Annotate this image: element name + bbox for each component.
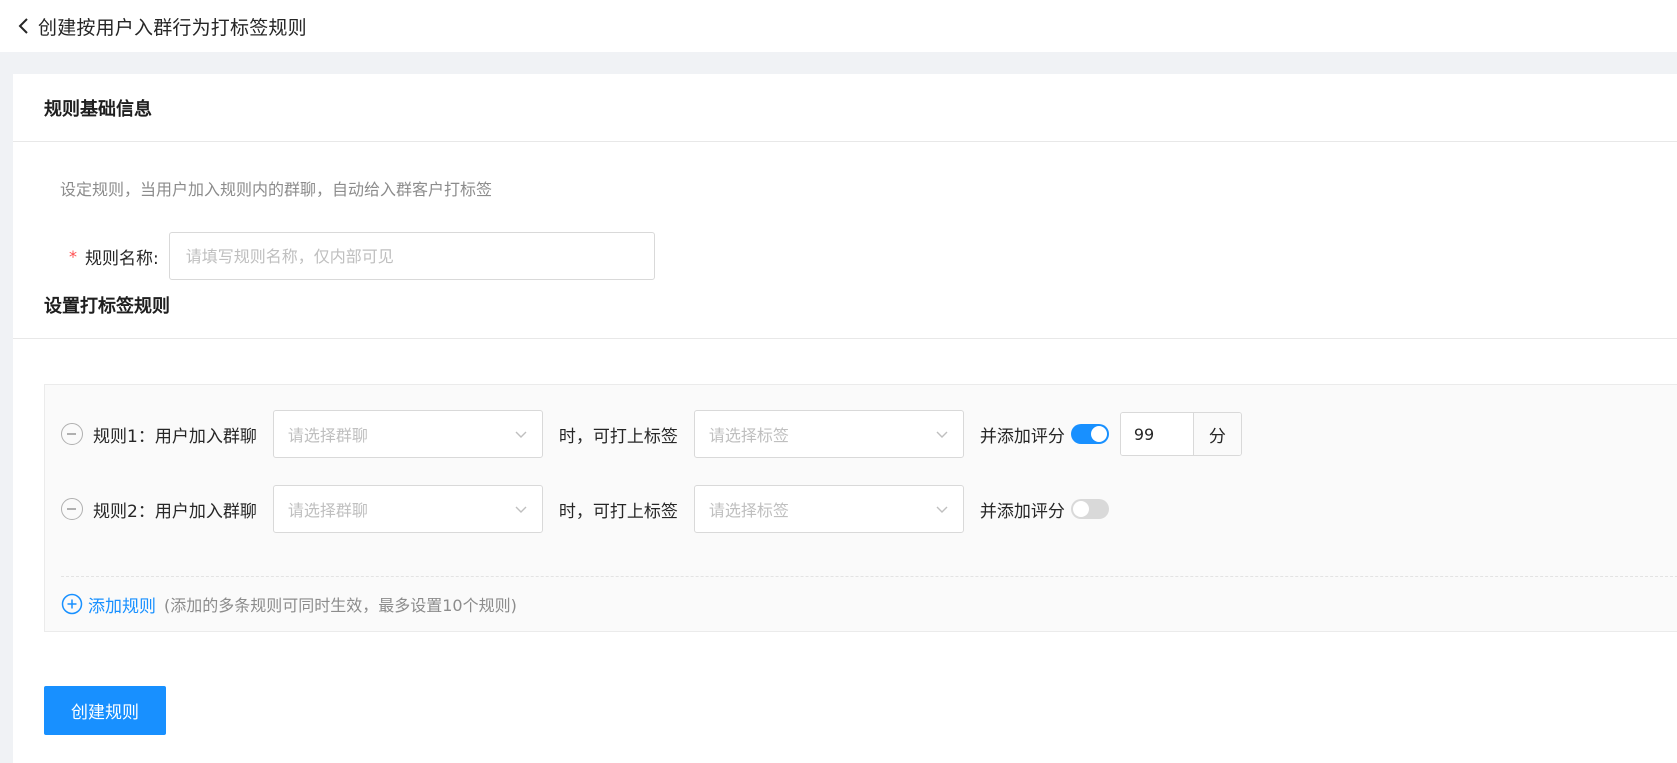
toggle-knob [1090,426,1107,442]
chevron-down-icon [935,502,949,516]
tag-select-placeholder: 请选择标签 [708,426,789,445]
add-rule-row: 添加规则 (添加的多条规则可同时生效，最多设置10个规则) [61,591,517,617]
group-chat-select-placeholder: 请选择群聊 [287,501,368,520]
chevron-down-icon [514,502,528,516]
form-card: 规则基础信息 设定规则，当用户加入规则内的群聊，自动给入群客户打标签 * 规则名… [13,74,1677,763]
rule-2-score-label: 并添加评分 [979,501,1065,522]
chevron-left-icon[interactable] [14,16,34,36]
rule-1-middle-text: 时，可打上标签 [558,426,678,447]
rule-row-1: 规则1：用户加入群聊 请选择群聊 时，可打上标签 请选择标签 并添加评分 分 [61,410,1242,458]
remove-rule-icon[interactable] [61,423,83,445]
add-rule-hint: (添加的多条规则可同时生效，最多设置10个规则) [164,596,517,615]
toggle-knob [1072,501,1089,517]
tag-select-placeholder: 请选择标签 [708,501,789,520]
score-toggle[interactable] [1070,424,1109,444]
basic-info-hint: 设定规则，当用户加入规则内的群聊，自动给入群客户打标签 [60,180,493,199]
tag-rules-section-title: 设置打标签规则 [44,295,170,317]
score-input[interactable] [1120,413,1193,455]
basic-info-section-header: 规则基础信息 [13,74,1677,142]
chevron-down-icon [514,427,528,441]
tag-select[interactable]: 请选择标签 [693,410,964,458]
page-title: 创建按用户入群行为打标签规则 [38,16,307,39]
group-chat-select-placeholder: 请选择群聊 [287,426,368,445]
rule-2-middle-text: 时，可打上标签 [558,501,678,522]
chevron-down-icon [935,427,949,441]
rule-name-label: 规则名称: [85,248,159,269]
required-mark: * [69,246,77,266]
remove-rule-icon[interactable] [61,498,83,520]
tag-rules-section-header: 设置打标签规则 [13,271,1677,339]
rules-container: 规则1：用户加入群聊 请选择群聊 时，可打上标签 请选择标签 并添加评分 分 [44,384,1677,632]
page-header: 创建按用户入群行为打标签规则 [0,0,1677,52]
group-chat-select[interactable]: 请选择群聊 [272,410,543,458]
group-chat-select[interactable]: 请选择群聊 [272,485,543,533]
rule-1-score-label: 并添加评分 [979,426,1065,447]
rule-row-2: 规则2：用户加入群聊 请选择群聊 时，可打上标签 请选择标签 并添加评分 [61,485,1109,533]
add-rule-link[interactable]: 添加规则 [88,592,156,617]
basic-info-section-title: 规则基础信息 [44,98,152,120]
score-toggle[interactable] [1070,499,1109,519]
tag-select[interactable]: 请选择标签 [693,485,964,533]
create-rule-button[interactable]: 创建规则 [44,686,166,735]
plus-circle-icon[interactable] [61,593,83,615]
rule-1-label: 规则1：用户加入群聊 [93,426,257,447]
score-unit: 分 [1192,413,1241,455]
rule-2-label: 规则2：用户加入群聊 [93,501,257,522]
rules-divider [61,576,1677,577]
score-input-group: 分 [1119,412,1242,456]
